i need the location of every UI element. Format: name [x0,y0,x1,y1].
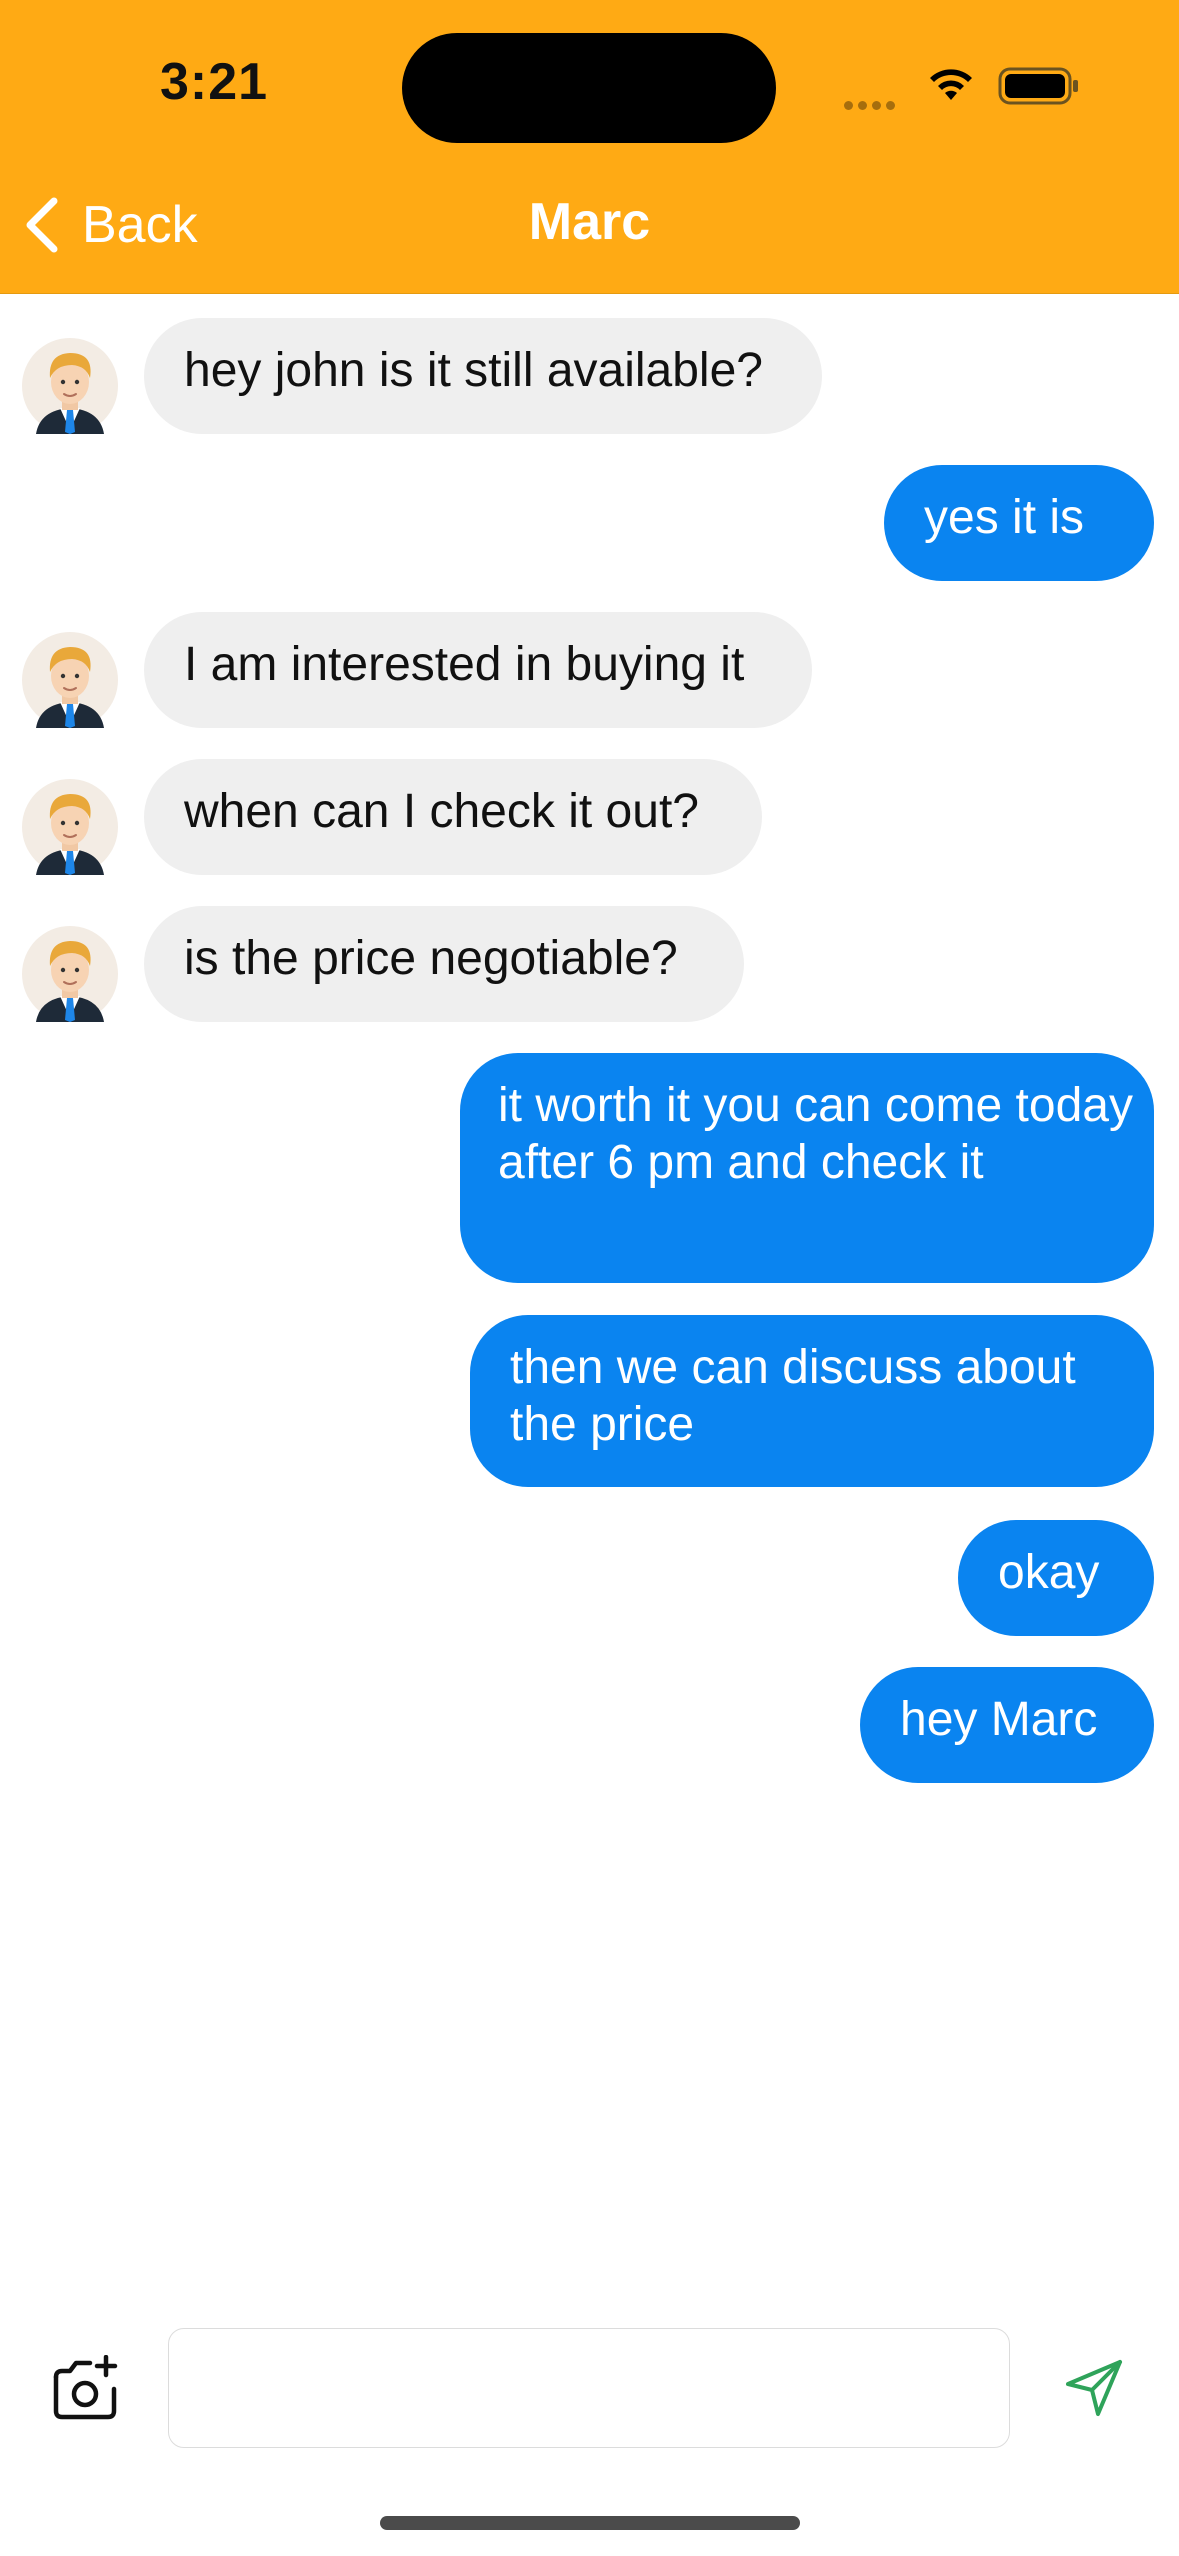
cellular-signal-icon [844,97,900,115]
wifi-icon [930,69,972,100]
message-bubble[interactable]: when can I check it out? [144,759,762,875]
dynamic-island [402,33,776,143]
avatar [22,632,118,728]
home-indicator [380,2516,800,2530]
message-bubble[interactable]: then we can discuss about the price [470,1315,1154,1487]
message-bubble[interactable]: okay [958,1520,1154,1636]
message-bubble[interactable]: it worth it you can come today after 6 p… [460,1053,1154,1283]
battery-icon [998,67,1078,105]
page-title: Marc [528,193,651,251]
message-bubble[interactable]: yes it is [884,465,1154,581]
message-bubble[interactable]: I am interested in buying it [144,612,812,728]
avatar [22,779,118,875]
status-icons [844,60,1094,110]
message-input[interactable] [168,2328,1010,2448]
avatar [22,338,118,434]
camera-add-icon[interactable] [50,2355,120,2421]
avatar [22,926,118,1022]
message-bubble[interactable]: hey Marc [860,1667,1154,1783]
message-bubble[interactable]: hey john is it still available? [144,318,822,434]
message-bubble[interactable]: is the price negotiable? [144,906,744,1022]
nav-header: 3:21 Back Marc [0,0,1179,294]
status-time: 3:21 [160,53,269,111]
paper-plane-icon[interactable] [1064,2358,1124,2418]
